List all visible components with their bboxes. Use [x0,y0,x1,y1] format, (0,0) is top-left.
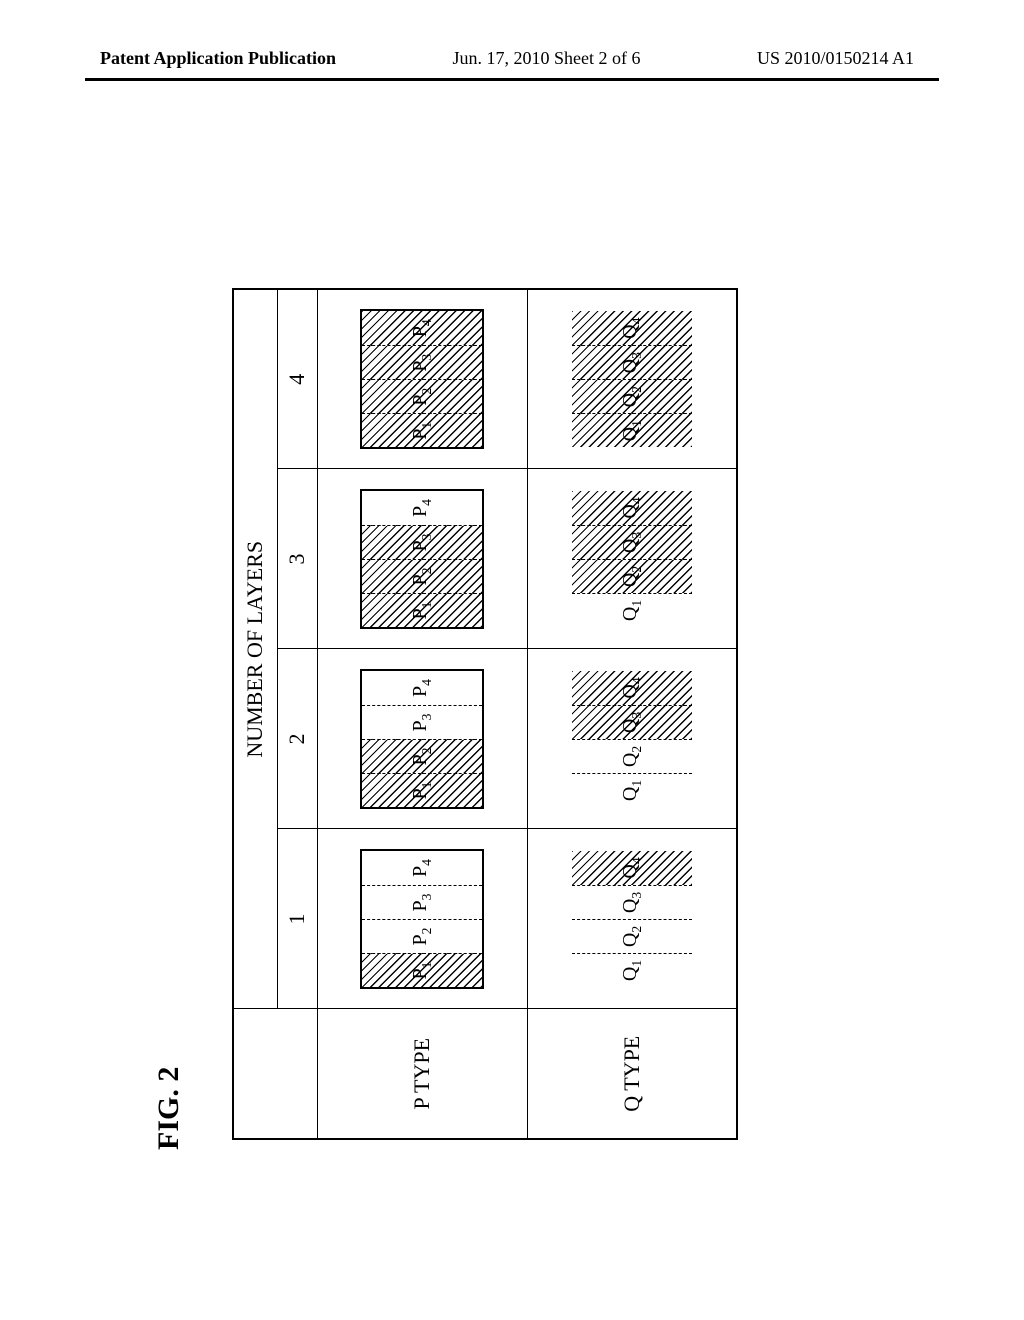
cell-q-1: Q1 Q2 Q3 Q4 [527,829,737,1009]
layers-table: NUMBER OF LAYERS 1 2 3 4 P TYPE P1 P2 P3… [232,288,738,1140]
part-p1: P1 [362,413,482,447]
q-block: Q1 Q2 Q3 Q4 [570,489,694,629]
part-q4: Q4 [572,491,692,525]
sheet-date-label: Jun. 17, 2010 Sheet 2 of 6 [453,48,641,69]
cell-p-1: P1 P2 P3 P4 [317,829,527,1009]
p-block: P1 P2 P3 P4 [360,309,484,449]
col-header-3: 3 [277,469,317,649]
cell-q-4: Q1 Q2 Q3 Q4 [527,289,737,469]
q-block: Q1 Q2 Q3 Q4 [570,669,694,809]
part-p1: P1 [362,953,482,987]
part-p2: P2 [362,379,482,413]
part-q3: Q3 [572,345,692,379]
table-corner-blank [233,1009,317,1139]
q-block: Q1 Q2 Q3 Q4 [570,309,694,449]
part-p4: P4 [362,851,482,885]
part-q3: Q3 [572,525,692,559]
part-p4: P4 [362,491,482,525]
part-p3: P3 [362,885,482,919]
p-block: P1 P2 P3 P4 [360,669,484,809]
part-q2: Q2 [572,919,692,953]
cell-p-3: P1 P2 P3 P4 [317,469,527,649]
part-q3: Q3 [572,705,692,739]
col-header-2: 2 [277,649,317,829]
part-q1: Q1 [572,413,692,447]
p-block: P1 P2 P3 P4 [360,489,484,629]
part-p2: P2 [362,739,482,773]
cell-q-3: Q1 Q2 Q3 Q4 [527,469,737,649]
part-q1: Q1 [572,593,692,627]
page-header: Patent Application Publication Jun. 17, … [0,48,1024,69]
table-row: P TYPE P1 P2 P3 P4 P1 P2 P3 P4 [317,289,527,1139]
part-q4: Q4 [572,311,692,345]
part-p4: P4 [362,311,482,345]
row-label-p: P TYPE [317,1009,527,1139]
q-block: Q1 Q2 Q3 Q4 [570,849,694,989]
part-p1: P1 [362,593,482,627]
part-p3: P3 [362,525,482,559]
figure-label: FIG. 2 [152,1067,186,1150]
col-header-4: 4 [277,289,317,469]
part-q4: Q4 [572,851,692,885]
col-header-1: 1 [277,829,317,1009]
publication-number: US 2010/0150214 A1 [757,48,914,69]
header-rule [85,78,939,81]
part-q4: Q4 [572,671,692,705]
cell-q-2: Q1 Q2 Q3 Q4 [527,649,737,829]
part-p2: P2 [362,559,482,593]
part-q2: Q2 [572,559,692,593]
row-label-q: Q TYPE [527,1009,737,1139]
part-q2: Q2 [572,379,692,413]
part-q1: Q1 [572,953,692,987]
column-group-header: NUMBER OF LAYERS [233,289,277,1009]
p-block: P1 P2 P3 P4 [360,849,484,989]
table-row: Q TYPE Q1 Q2 Q3 Q4 Q1 Q2 Q3 Q4 [527,289,737,1139]
part-p3: P3 [362,705,482,739]
part-q2: Q2 [572,739,692,773]
cell-p-4: P1 P2 P3 P4 [317,289,527,469]
part-p2: P2 [362,919,482,953]
patent-publication-label: Patent Application Publication [100,48,336,69]
part-q1: Q1 [572,773,692,807]
part-p3: P3 [362,345,482,379]
part-q3: Q3 [572,885,692,919]
part-p1: P1 [362,773,482,807]
cell-p-2: P1 P2 P3 P4 [317,649,527,829]
part-p4: P4 [362,671,482,705]
figure-stage: FIG. 2 NUMBER OF LAYERS 1 2 3 4 P TYPE P… [152,190,872,1230]
